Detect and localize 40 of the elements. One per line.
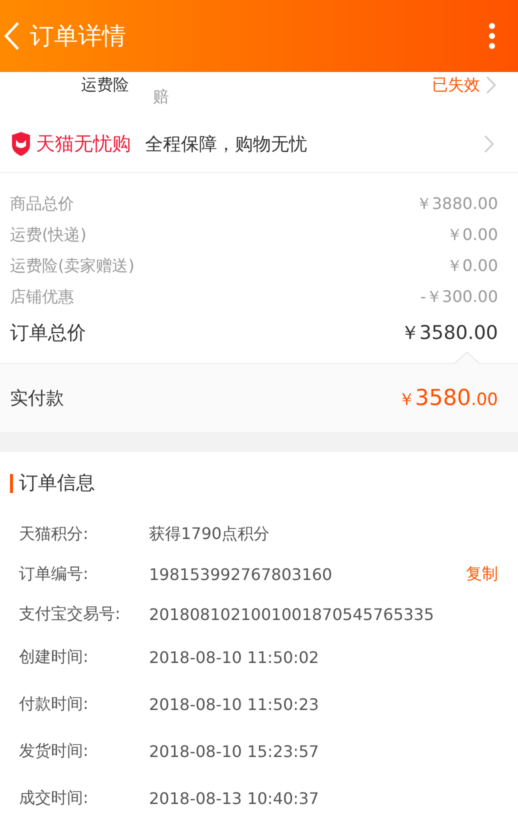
insurance-status[interactable]: 已失效 <box>432 75 480 96</box>
total-label: 订单总价 <box>10 321 86 346</box>
price-value: ￥0.00 <box>446 256 498 277</box>
section-title: 订单信息 <box>19 471 95 496</box>
price-label: 商品总价 <box>10 194 74 215</box>
info-label: 天猫积分: <box>19 524 90 544</box>
back-icon[interactable] <box>4 21 20 51</box>
info-label: 支付宝交易号: <box>19 604 122 624</box>
copy-link[interactable]: 复制 <box>466 564 498 584</box>
info-value: 198153992767803160 <box>149 564 334 584</box>
price-value: ￥3880.00 <box>416 194 498 215</box>
info-label: 付款时间: <box>19 694 90 715</box>
brand-name: 天猫无忧购 <box>36 132 131 157</box>
total-value: ￥3580.00 <box>400 321 498 346</box>
info-value: 2018-08-10 15:23:57 <box>149 742 320 761</box>
price-value: -￥300.00 <box>420 287 498 308</box>
price-label: 运费(快递) <box>10 225 86 246</box>
more-icon[interactable] <box>488 22 496 50</box>
page-title: 订单详情 <box>30 21 127 52</box>
price-label: 运费险(卖家赠送) <box>10 256 134 277</box>
info-value: 获得1790点积分 <box>149 524 271 544</box>
info-value: 2018-08-13 10:40:37 <box>149 789 320 808</box>
accent-bar <box>10 474 13 492</box>
chevron-icon[interactable] <box>486 76 496 94</box>
guarantee-text: 全程保障，购物无忧 <box>145 133 308 156</box>
price-label: 店铺优惠 <box>10 287 74 308</box>
chevron-icon[interactable] <box>484 135 494 153</box>
paid-amount: ￥3580.00 <box>398 386 498 410</box>
insurance-note: 赔 <box>153 87 170 108</box>
shield-icon <box>10 132 32 156</box>
info-label: 成交时间: <box>19 788 90 809</box>
paid-label: 实付款 <box>10 387 64 410</box>
info-value: 2018-08-10 11:50:23 <box>149 695 320 714</box>
info-label: 创建时间: <box>19 647 90 668</box>
price-value: ￥0.00 <box>446 225 498 246</box>
info-value: 2018081021001001870545765335 <box>149 604 436 624</box>
insurance-label: 运费险 <box>81 75 129 96</box>
info-label: 发货时间: <box>19 741 90 762</box>
info-value: 2018-08-10 11:50:02 <box>149 648 320 667</box>
info-label: 订单编号: <box>19 564 90 584</box>
